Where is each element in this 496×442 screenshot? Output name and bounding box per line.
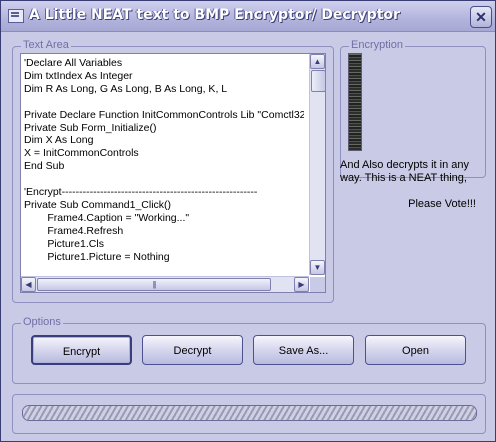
save-as-button[interactable]: Save As... <box>253 335 354 365</box>
arrow-down-icon: ▼ <box>313 263 322 272</box>
vertical-scroll-thumb[interactable] <box>311 70 325 92</box>
encryption-label: Encryption <box>349 39 405 51</box>
progress-bar <box>22 405 477 421</box>
arrow-right-icon: ▶ <box>298 280 305 289</box>
scroll-up-button[interactable]: ▲ <box>310 54 325 69</box>
vote-text: Please Vote!!! <box>408 198 476 210</box>
app-icon <box>8 9 24 23</box>
vertical-scrollbar[interactable]: ▲ ▼ <box>309 54 325 275</box>
text-editor[interactable]: 'Declare All Variables Dim txtIndex As I… <box>20 53 326 293</box>
scroll-left-button[interactable]: ◀ <box>21 277 36 292</box>
horizontal-scrollbar[interactable]: ◀ ||| ▶ <box>21 276 309 292</box>
encryption-description: And Also decrypts it in any way. This is… <box>340 159 470 184</box>
encrypt-button[interactable]: Encrypt <box>31 335 132 365</box>
arrow-left-icon: ◀ <box>25 280 32 289</box>
progress-fill <box>23 406 476 420</box>
window-title: A Little NEAT text to BMP Encryptor/ Dec… <box>29 7 400 23</box>
scroll-down-button[interactable]: ▼ <box>310 260 325 275</box>
open-button[interactable]: Open <box>365 335 466 365</box>
close-icon: ✕ <box>475 9 487 25</box>
grip-icon: ||| <box>152 280 156 289</box>
arrow-up-icon: ▲ <box>313 57 322 66</box>
encrypted-bitmap-picture <box>348 53 362 151</box>
scrollbar-corner <box>310 277 325 292</box>
scroll-right-button[interactable]: ▶ <box>294 277 309 292</box>
decrypt-button[interactable]: Decrypt <box>142 335 243 365</box>
text-area-label: Text Area <box>21 39 71 51</box>
app-window: A Little NEAT text to BMP Encryptor/ Dec… <box>0 0 496 442</box>
options-label: Options <box>21 316 63 328</box>
close-button[interactable]: ✕ <box>470 6 492 28</box>
horizontal-scroll-thumb[interactable]: ||| <box>37 278 271 291</box>
title-bar[interactable]: A Little NEAT text to BMP Encryptor/ Dec… <box>1 1 495 32</box>
code-text[interactable]: 'Declare All Variables Dim txtIndex As I… <box>24 57 304 273</box>
